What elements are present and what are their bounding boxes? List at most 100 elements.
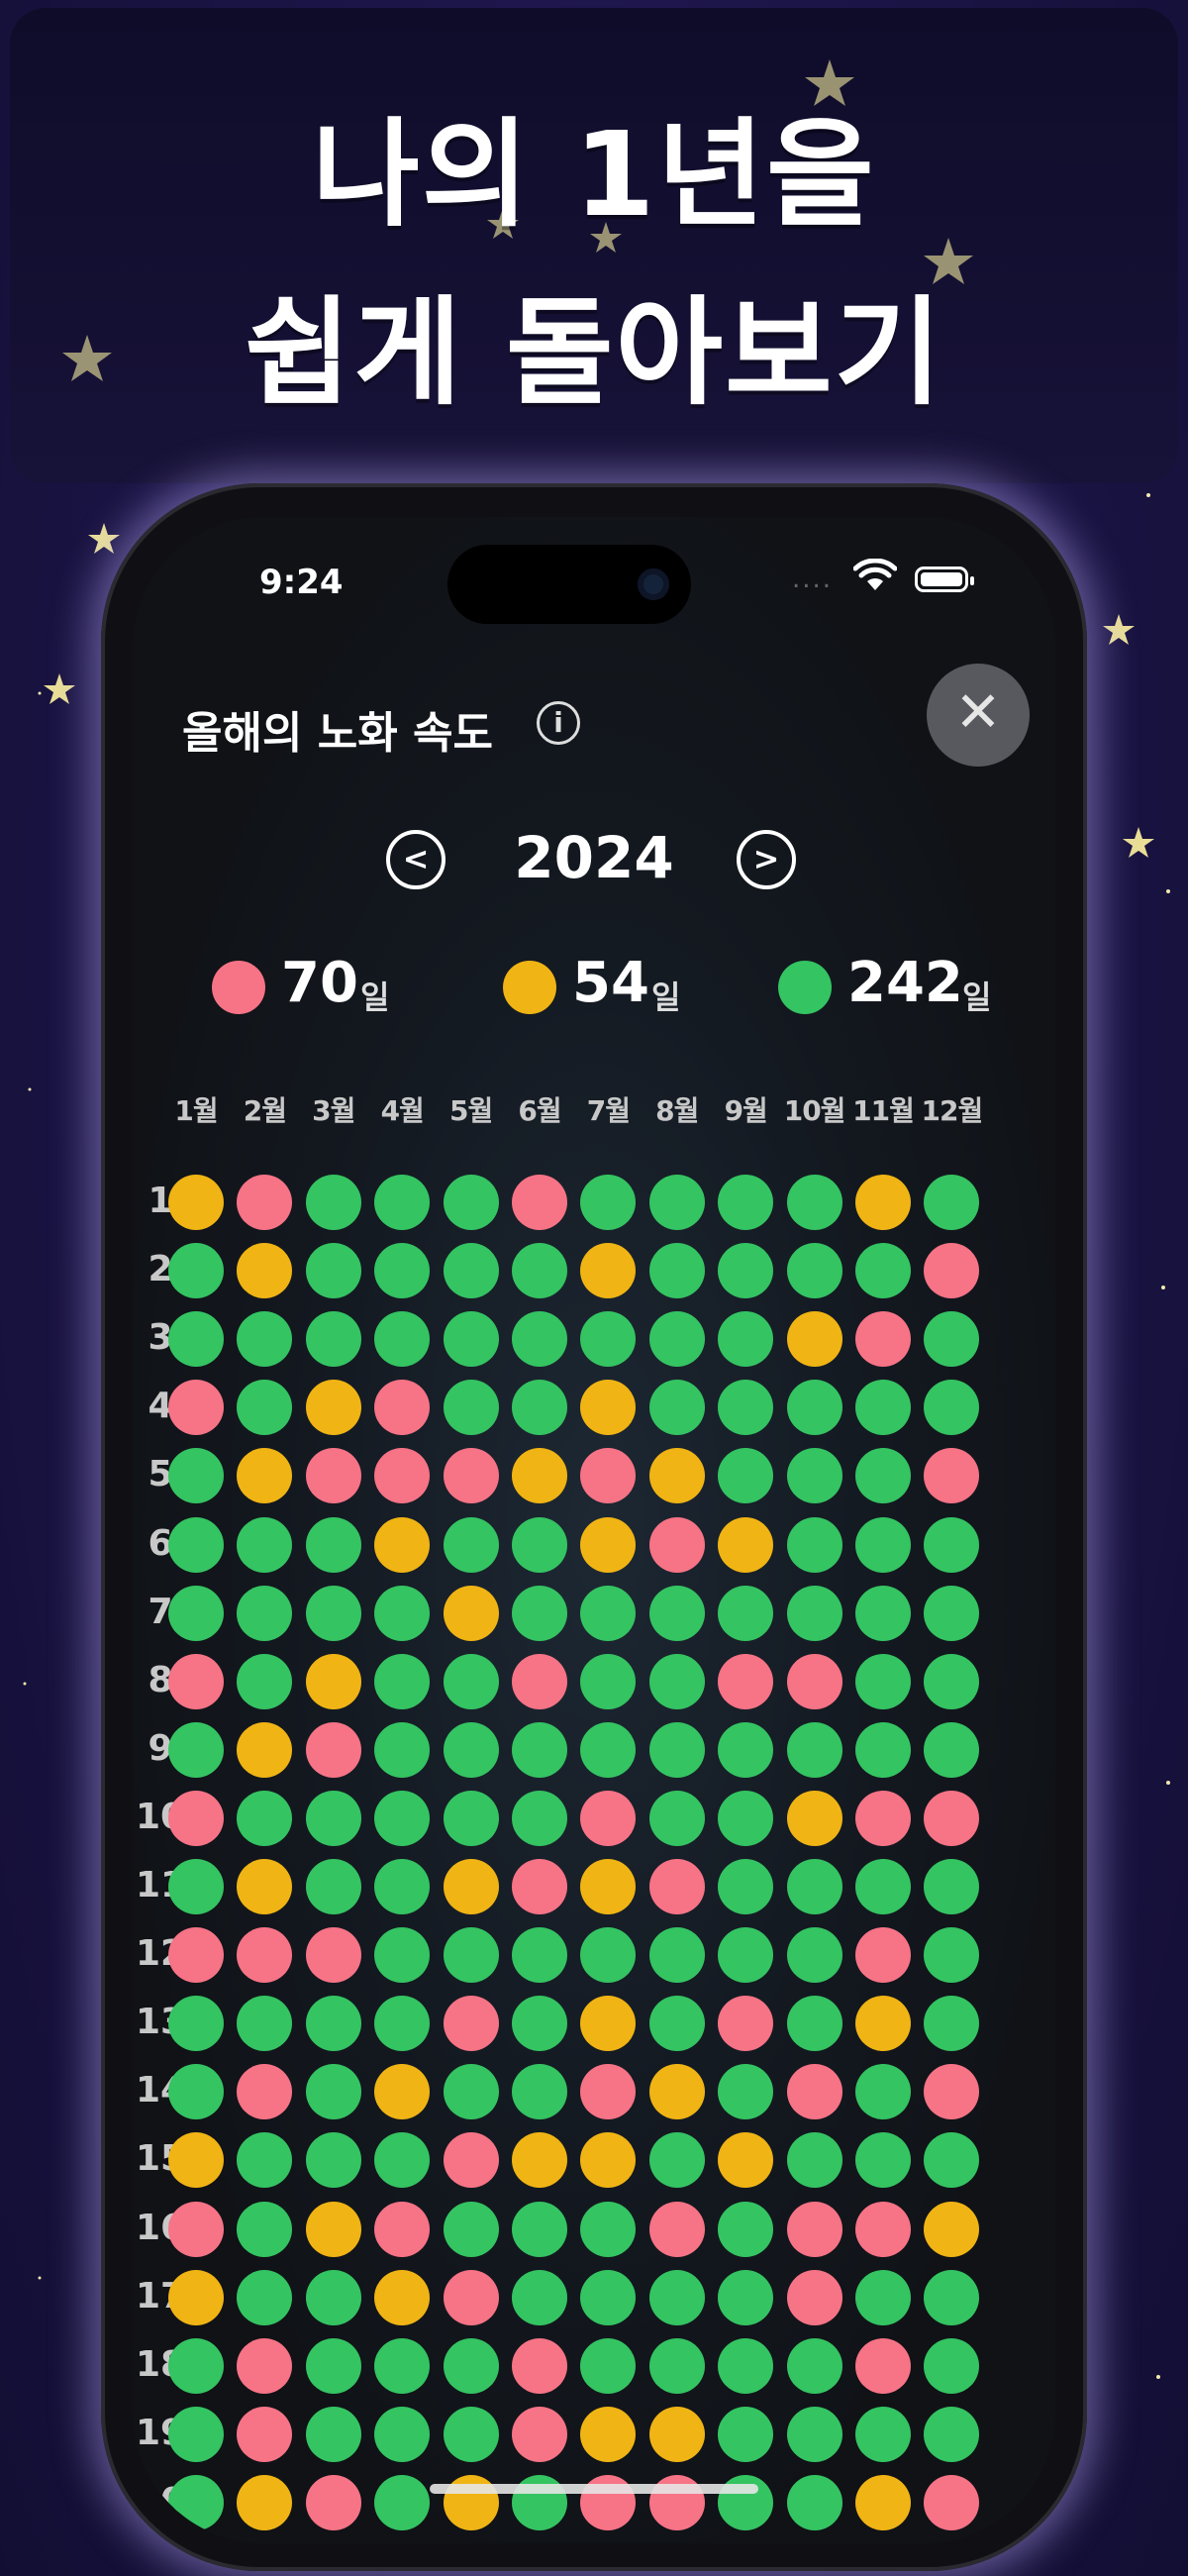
- day-dot[interactable]: [512, 1311, 567, 1368]
- day-dot[interactable]: [786, 1721, 842, 1778]
- day-dot[interactable]: [443, 1927, 499, 1984]
- day-dot[interactable]: [374, 1380, 431, 1436]
- day-dot[interactable]: [305, 2132, 361, 2189]
- prev-year-button[interactable]: <: [386, 830, 446, 889]
- day-dot[interactable]: [855, 2201, 911, 2257]
- day-dot[interactable]: [443, 1721, 499, 1778]
- day-dot[interactable]: [168, 1653, 224, 1709]
- day-dot[interactable]: [786, 2201, 842, 2257]
- day-dot[interactable]: [924, 1721, 980, 1778]
- day-dot[interactable]: [718, 2269, 774, 2325]
- day-dot[interactable]: [512, 1175, 567, 1230]
- day-dot[interactable]: [374, 1585, 431, 1641]
- day-dot[interactable]: [237, 1448, 293, 1504]
- day-dot[interactable]: [443, 1653, 499, 1709]
- day-dot[interactable]: [305, 2269, 361, 2325]
- day-dot[interactable]: [580, 1311, 637, 1368]
- day-dot[interactable]: [168, 1448, 224, 1504]
- day-dot[interactable]: [305, 1243, 361, 1299]
- day-dot[interactable]: [512, 1585, 567, 1641]
- day-dot[interactable]: [512, 1380, 567, 1436]
- day-dot[interactable]: [648, 2269, 705, 2325]
- day-dot[interactable]: [855, 1653, 911, 1709]
- day-dot[interactable]: [786, 1448, 842, 1504]
- day-dot[interactable]: [305, 1585, 361, 1641]
- day-dot[interactable]: [305, 1653, 361, 1709]
- day-dot[interactable]: [305, 1448, 361, 1504]
- day-dot[interactable]: [443, 2269, 499, 2325]
- close-button[interactable]: ✕: [927, 664, 1030, 767]
- day-dot[interactable]: [648, 1927, 705, 1984]
- day-dot[interactable]: [237, 1927, 293, 1984]
- day-dot[interactable]: [580, 2201, 637, 2257]
- day-dot[interactable]: [443, 2064, 499, 2120]
- day-dot[interactable]: [305, 1380, 361, 1436]
- day-dot[interactable]: [168, 2337, 224, 2394]
- day-dot[interactable]: [648, 2201, 705, 2257]
- day-dot[interactable]: [855, 2269, 911, 2325]
- day-dot[interactable]: [443, 2337, 499, 2394]
- day-dot[interactable]: [648, 2132, 705, 2189]
- day-dot[interactable]: [855, 1380, 911, 1436]
- day-dot[interactable]: [718, 1996, 774, 2052]
- day-dot[interactable]: [374, 1243, 431, 1299]
- day-dot[interactable]: [580, 1721, 637, 1778]
- info-icon[interactable]: i: [537, 701, 580, 745]
- day-dot[interactable]: [168, 1859, 224, 1914]
- day-dot[interactable]: [374, 1448, 431, 1504]
- day-dot[interactable]: [237, 1790, 293, 1846]
- day-dot[interactable]: [237, 2406, 293, 2462]
- day-dot[interactable]: [512, 2406, 567, 2462]
- day-dot[interactable]: [855, 1859, 911, 1914]
- day-dot[interactable]: [924, 1516, 980, 1573]
- day-dot[interactable]: [580, 2337, 637, 2394]
- day-dot[interactable]: [305, 1311, 361, 1368]
- day-dot[interactable]: [924, 1448, 980, 1504]
- day-dot[interactable]: [648, 2337, 705, 2394]
- day-dot[interactable]: [855, 1516, 911, 1573]
- day-dot[interactable]: [855, 1927, 911, 1984]
- day-dot[interactable]: [168, 2474, 224, 2530]
- day-dot[interactable]: [786, 1859, 842, 1914]
- day-dot[interactable]: [443, 1585, 499, 1641]
- day-dot[interactable]: [580, 1243, 637, 1299]
- day-dot[interactable]: [168, 2269, 224, 2325]
- day-dot[interactable]: [443, 1243, 499, 1299]
- day-dot[interactable]: [443, 1516, 499, 1573]
- day-dot[interactable]: [648, 1380, 705, 1436]
- day-dot[interactable]: [855, 1243, 911, 1299]
- day-dot[interactable]: [512, 2201, 567, 2257]
- day-dot[interactable]: [512, 1996, 567, 2052]
- day-dot[interactable]: [924, 1585, 980, 1641]
- day-dot[interactable]: [512, 1243, 567, 1299]
- day-dot[interactable]: [374, 1927, 431, 1984]
- day-dot[interactable]: [168, 1175, 224, 1230]
- day-dot[interactable]: [580, 1927, 637, 1984]
- day-dot[interactable]: [168, 1996, 224, 2052]
- day-dot[interactable]: [237, 1585, 293, 1641]
- day-dot[interactable]: [443, 1311, 499, 1368]
- day-dot[interactable]: [718, 2406, 774, 2462]
- day-dot[interactable]: [374, 2406, 431, 2462]
- day-dot[interactable]: [718, 1380, 774, 1436]
- day-dot[interactable]: [718, 1927, 774, 1984]
- day-dot[interactable]: [718, 1859, 774, 1914]
- day-dot[interactable]: [512, 2132, 567, 2189]
- day-dot[interactable]: [580, 1380, 637, 1436]
- day-dot[interactable]: [786, 2406, 842, 2462]
- day-dot[interactable]: [580, 1653, 637, 1709]
- day-dot[interactable]: [924, 2132, 980, 2189]
- day-dot[interactable]: [305, 1175, 361, 1230]
- day-dot[interactable]: [305, 1996, 361, 2052]
- day-dot[interactable]: [786, 2269, 842, 2325]
- day-dot[interactable]: [168, 1790, 224, 1846]
- day-dot[interactable]: [512, 1927, 567, 1984]
- day-dot[interactable]: [305, 1790, 361, 1846]
- day-dot[interactable]: [374, 2201, 431, 2257]
- day-dot[interactable]: [237, 2064, 293, 2120]
- day-dot[interactable]: [648, 2406, 705, 2462]
- day-dot[interactable]: [718, 1585, 774, 1641]
- day-dot[interactable]: [237, 1653, 293, 1709]
- day-dot[interactable]: [237, 1311, 293, 1368]
- day-dot[interactable]: [374, 1721, 431, 1778]
